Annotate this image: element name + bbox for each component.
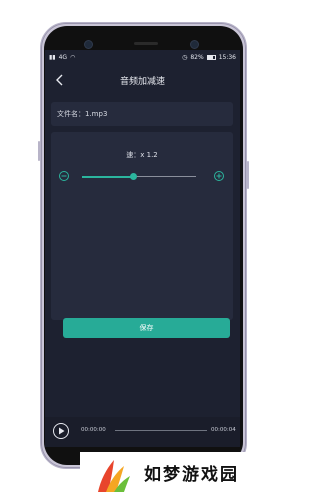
minus-circle-icon bbox=[61, 175, 67, 177]
play-icon bbox=[58, 427, 64, 435]
sensor-icon bbox=[190, 40, 199, 49]
save-button[interactable]: 保存 bbox=[63, 318, 230, 338]
playback-progress-track[interactable] bbox=[115, 430, 207, 431]
current-time: 00:00:00 bbox=[81, 427, 106, 433]
back-button[interactable] bbox=[51, 70, 69, 90]
app-screen: ▮▮ 4G ◠ ◷ 82% 15:36 音频加减速 文件名：1.mp3 速：x … bbox=[45, 50, 240, 447]
speed-increase-button[interactable] bbox=[214, 171, 224, 181]
speed-decrease-button[interactable] bbox=[59, 171, 69, 181]
watermark-logo-icon bbox=[98, 460, 130, 492]
volume-button bbox=[38, 141, 40, 161]
wifi-icon: ◠ bbox=[70, 53, 76, 61]
chevron-left-icon bbox=[56, 74, 63, 86]
network-type: 4G bbox=[58, 53, 68, 61]
speed-label: 速：x 1.2 bbox=[126, 151, 158, 159]
watermark-logo: 如梦游戏园 bbox=[80, 452, 280, 500]
page-title: 音频加减速 bbox=[119, 76, 165, 87]
speed-slider-row bbox=[51, 170, 233, 184]
file-name-label: 文件名：1.mp3 bbox=[57, 110, 108, 118]
battery-icon bbox=[206, 54, 216, 60]
front-camera-icon bbox=[84, 40, 93, 49]
power-button bbox=[247, 161, 249, 189]
signal-icon: ▮▮ bbox=[49, 53, 56, 61]
nav-bar: 音频加减速 bbox=[45, 66, 240, 94]
earpiece-speaker bbox=[134, 42, 158, 45]
total-time: 00:00:04 bbox=[211, 427, 236, 433]
speed-slider-fill bbox=[82, 175, 134, 178]
plus-circle-icon bbox=[216, 173, 222, 179]
status-bar: ▮▮ 4G ◠ ◷ 82% 15:36 bbox=[45, 50, 240, 64]
watermark-text: 如梦游戏园 bbox=[144, 465, 239, 485]
play-button[interactable] bbox=[53, 423, 69, 439]
battery-percent: 82% bbox=[190, 53, 204, 61]
speed-slider-handle[interactable] bbox=[129, 173, 137, 180]
speed-card: 速：x 1.2 保存 bbox=[51, 132, 233, 338]
alarm-icon: ◷ bbox=[182, 53, 188, 61]
file-name-card: 文件名：1.mp3 bbox=[51, 102, 233, 126]
audio-player-bar: 00:00:00 00:00:04 bbox=[45, 417, 240, 447]
status-time: 15:36 bbox=[218, 53, 236, 61]
